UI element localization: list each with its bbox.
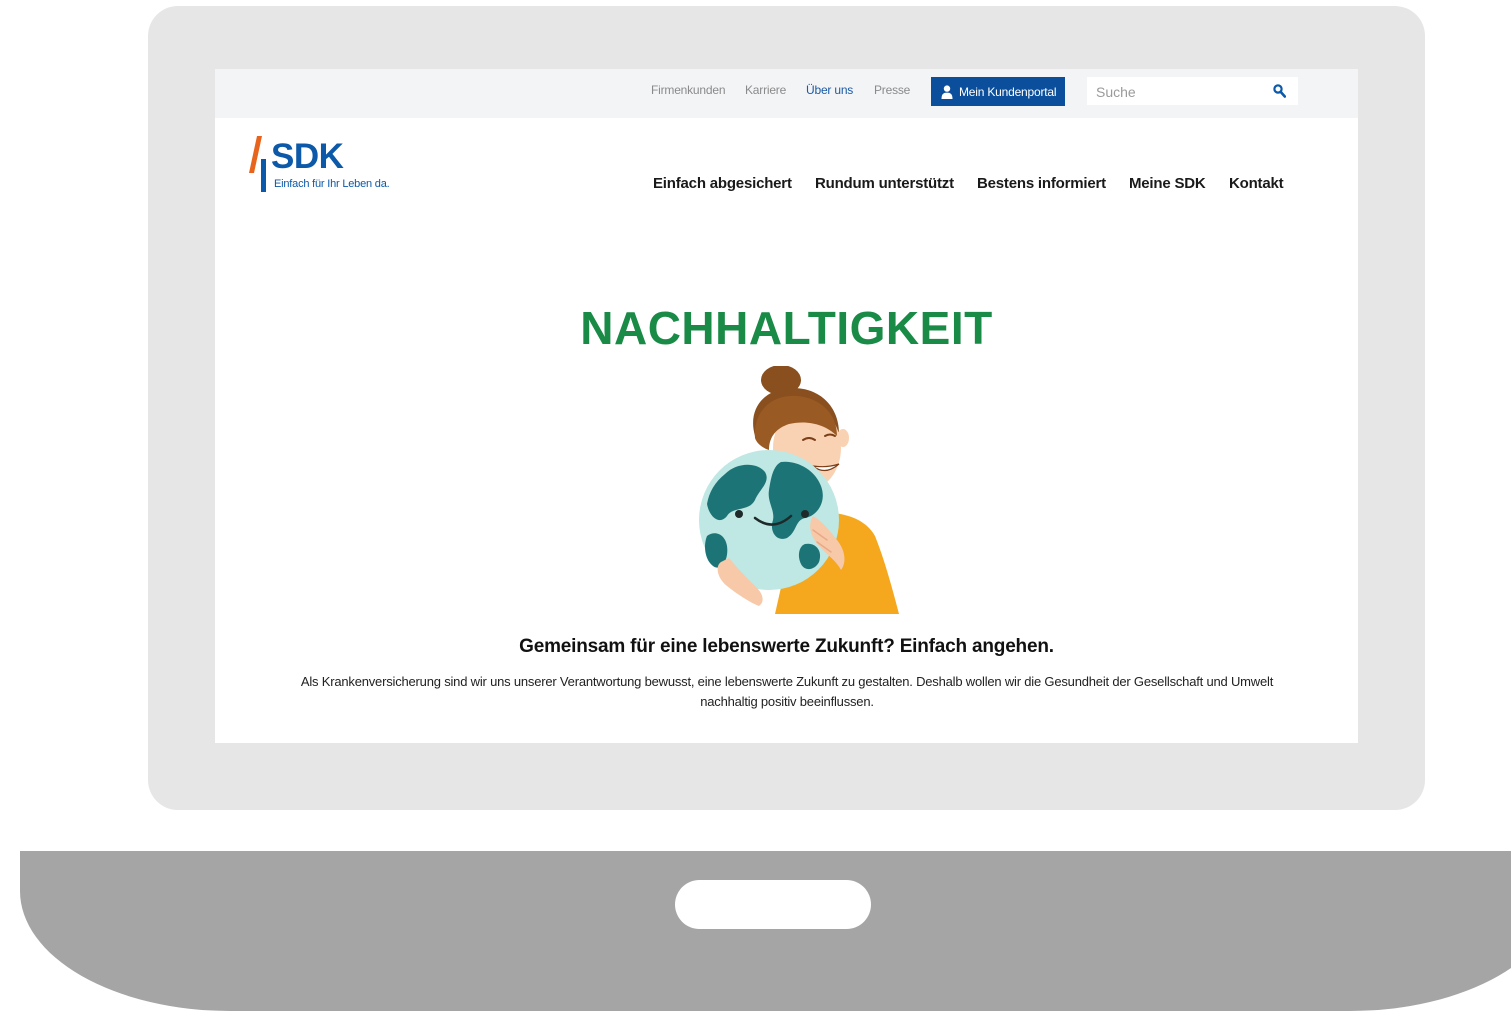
top-link-firmenkunden[interactable]: Firmenkunden [651,83,726,97]
kundenportal-button[interactable]: Mein Kundenportal [931,77,1065,106]
top-link-presse[interactable]: Presse [874,83,910,97]
user-icon [941,84,953,99]
laptop-base [20,851,1511,1011]
nav-bestens-informiert[interactable]: Bestens informiert [977,175,1106,192]
hero-body-text: Als Krankenversicherung sind wir uns uns… [300,674,1274,709]
browser-screen: Firmenkunden Karriere Über uns Presse Me… [215,69,1358,743]
nav-einfach-abgesichert[interactable]: Einfach abgesichert [653,175,792,192]
search-input[interactable] [1087,77,1258,107]
logo-tagline: Einfach für Ihr Leben da. [274,178,390,190]
nav-rundum-unterstuetzt[interactable]: Rundum unterstützt [815,175,954,192]
kundenportal-label: Mein Kundenportal [959,84,1057,99]
search-box[interactable] [1087,77,1298,107]
logo-wordmark: SDK [271,137,344,176]
logo-mark-icon [249,136,266,192]
woman-hugging-globe-illustration [699,366,899,614]
top-link-ueber-uns[interactable]: Über uns [806,83,853,97]
hero-subtitle: Gemeinsam für eine lebenswerte Zukunft? … [519,636,1054,657]
sdk-logo[interactable]: SDK Einfach für Ihr Leben da. [248,135,418,195]
search-icon[interactable] [1273,84,1286,98]
nav-meine-sdk[interactable]: Meine SDK [1129,175,1206,192]
laptop-trackpad [675,880,871,929]
nav-kontakt[interactable]: Kontakt [1229,175,1284,192]
page-title: NACHHALTIGKEIT [580,302,993,354]
service-bar: Firmenkunden Karriere Über uns Presse Me… [215,69,1358,118]
top-link-karriere[interactable]: Karriere [745,83,786,97]
